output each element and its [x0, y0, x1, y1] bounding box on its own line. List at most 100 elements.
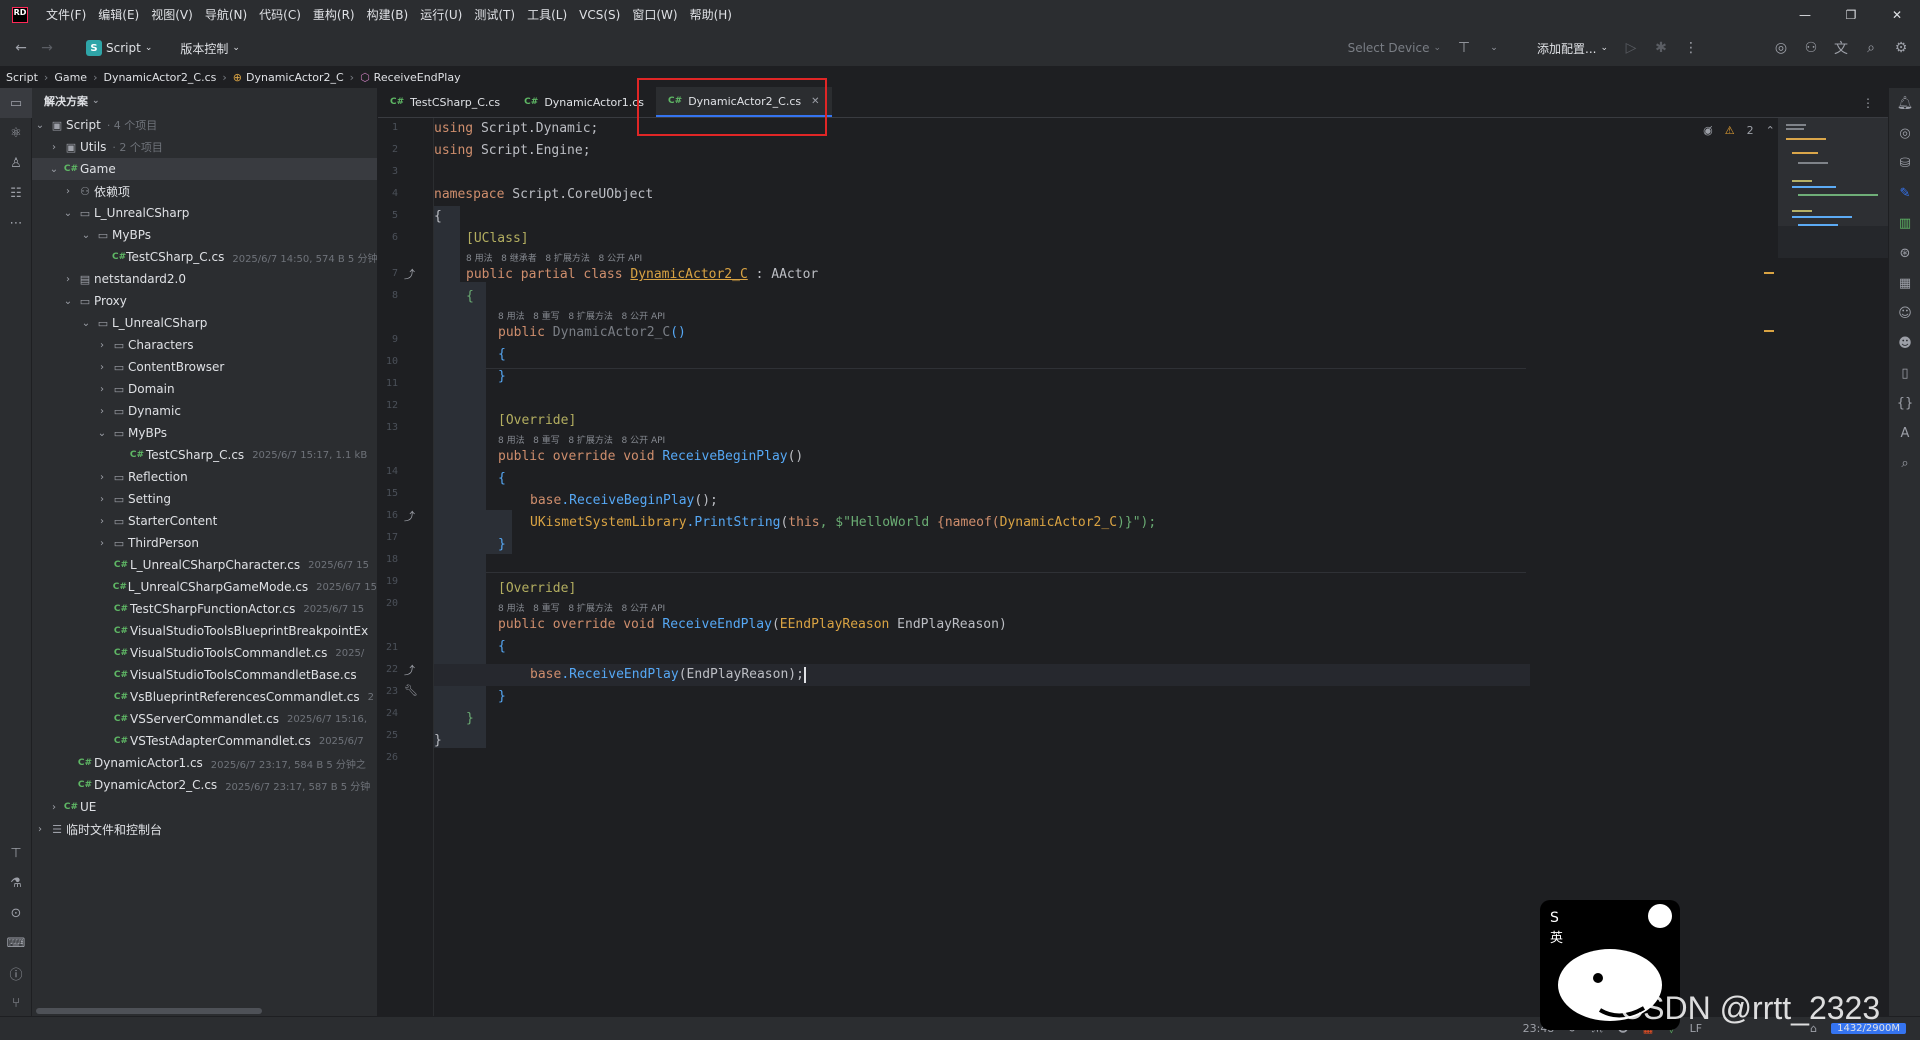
- copilot-icon[interactable]: ◎: [1768, 35, 1794, 61]
- menu-run[interactable]: 运行(U): [414, 0, 468, 30]
- crumb-class[interactable]: DynamicActor2_C: [246, 71, 344, 84]
- unreal-engine-icon[interactable]: ⊛: [1889, 238, 1920, 268]
- notifications-icon[interactable]: 🔔︎: [1889, 88, 1920, 118]
- hammer-icon[interactable]: ⊤: [1451, 35, 1477, 61]
- menu-edit[interactable]: 编辑(E): [92, 0, 145, 30]
- menu-help[interactable]: 帮助(H): [684, 0, 738, 30]
- override-marker-icon[interactable]: ⤴: [404, 662, 415, 678]
- tests-icon[interactable]: ⚗: [0, 868, 32, 898]
- crumb-script[interactable]: Script: [6, 71, 38, 84]
- tab-dynamicactor1[interactable]: C# DynamicActor1.cs: [512, 87, 656, 117]
- chevron-down-icon[interactable]: ⌄: [32, 120, 48, 131]
- chevron-down-icon[interactable]: ⌄: [78, 318, 94, 329]
- chevron-down-icon[interactable]: ⌄: [46, 164, 62, 175]
- tree-row-folder[interactable]: › ▭ ThirdPerson: [32, 532, 377, 554]
- menu-view[interactable]: 视图(V): [145, 0, 199, 30]
- chevron-right-icon[interactable]: ›: [94, 494, 110, 505]
- unreal-icon[interactable]: ♙: [0, 148, 32, 178]
- memory-indicator[interactable]: 1432/2900M: [1831, 1023, 1906, 1034]
- device-selector[interactable]: Select Device ⌄: [1342, 41, 1447, 55]
- chevron-right-icon[interactable]: ›: [32, 824, 48, 835]
- tree-row-netstandard[interactable]: › ▤ netstandard2.0: [32, 268, 377, 290]
- wrench-icon[interactable]: 🔧︎: [404, 684, 418, 697]
- chevron-down-icon[interactable]: ⌄: [60, 296, 76, 307]
- tree-row-folder[interactable]: ⌄ ▭ L_UnrealCSharp: [32, 312, 377, 334]
- account-icon[interactable]: ⚇: [1798, 35, 1824, 61]
- more-vertical-icon[interactable]: ⋮: [1862, 96, 1874, 110]
- problems-icon[interactable]: ⓘ: [0, 958, 32, 988]
- copilot-icon[interactable]: ☻: [1889, 328, 1920, 358]
- terminal-icon[interactable]: ⌨: [0, 928, 32, 958]
- chevron-down-icon[interactable]: ⌄: [94, 428, 110, 439]
- chevron-right-icon[interactable]: ›: [94, 406, 110, 417]
- tree-row-folder[interactable]: › ▭ Reflection: [32, 466, 377, 488]
- eye-off-icon[interactable]: ◉̸: [1703, 124, 1713, 137]
- tab-testcsharp[interactable]: C# TestCSharp_C.cs: [378, 87, 512, 117]
- chevron-right-icon[interactable]: ›: [94, 340, 110, 351]
- tree-row-solution[interactable]: ⌄ ▣ Script · 4 个项目: [32, 114, 377, 136]
- explorer-icon[interactable]: ⚛: [0, 118, 32, 148]
- tab-dynamicactor2[interactable]: C# DynamicActor2_C.cs ✕: [656, 87, 832, 117]
- tree-row-file[interactable]: C# VisualStudioToolsCommandlet.cs 2025/: [32, 642, 377, 664]
- explorer-header[interactable]: 解决方案 ⌄: [32, 88, 377, 114]
- menu-vcs[interactable]: VCS(S): [573, 0, 626, 30]
- tree-row-file[interactable]: C# VSServerCommandlet.cs 2025/6/7 15:16,: [32, 708, 377, 730]
- translate-icon[interactable]: 文: [1828, 35, 1854, 61]
- tree-row-folder[interactable]: › ▭ Domain: [32, 378, 377, 400]
- tree-row-file[interactable]: C# TestCSharpFunctionActor.cs 2025/6/7 15: [32, 598, 377, 620]
- folder-icon[interactable]: ▭: [0, 88, 32, 118]
- chevron-right-icon[interactable]: ›: [60, 186, 76, 197]
- menu-build[interactable]: 构建(B): [361, 0, 415, 30]
- menu-code[interactable]: 代码(C): [253, 0, 307, 30]
- chevron-down-icon[interactable]: ⌄: [78, 230, 94, 241]
- back-arrow-icon[interactable]: ←: [8, 35, 34, 61]
- tree-row-file[interactable]: C# DynamicActor2_C.cs 2025/6/7 23:17, 587…: [32, 774, 377, 796]
- warning-stripe-marker[interactable]: [1764, 330, 1774, 332]
- horizontal-scrollbar[interactable]: [36, 1008, 262, 1014]
- lock-icon[interactable]: ⌂: [1810, 1022, 1817, 1035]
- menu-navigate[interactable]: 导航(N): [199, 0, 253, 30]
- tree-row-folder[interactable]: ⌄ ▭ Proxy: [32, 290, 377, 312]
- tree-row-folder[interactable]: ⌄ ▭ MyBPs: [32, 224, 377, 246]
- chevron-right-icon[interactable]: ›: [94, 472, 110, 483]
- clapper-icon[interactable]: ▦: [1889, 268, 1920, 298]
- database-icon[interactable]: ⛁: [1889, 148, 1920, 178]
- code-area[interactable]: using Script.Dynamic; using Script.Engin…: [434, 118, 1774, 1016]
- document-search-icon[interactable]: ▯: [1889, 358, 1920, 388]
- chart-icon[interactable]: ▥: [1889, 208, 1920, 238]
- menu-tools[interactable]: 工具(L): [521, 0, 573, 30]
- tree-row-folder[interactable]: › ▭ StarterContent: [32, 510, 377, 532]
- chevron-right-icon[interactable]: ›: [94, 516, 110, 527]
- tree-row-file[interactable]: C# TestCSharp_C.cs 2025/6/7 14:50, 574 B …: [32, 246, 377, 268]
- tree-row-file[interactable]: C# DynamicActor1.cs 2025/6/7 23:17, 584 B…: [32, 752, 377, 774]
- chevron-right-icon[interactable]: ›: [46, 802, 62, 813]
- override-marker-icon[interactable]: ⤴: [404, 508, 415, 524]
- chevron-right-icon[interactable]: ›: [94, 362, 110, 373]
- copilot-chat-icon[interactable]: ☺: [1889, 298, 1920, 328]
- chevron-right-icon[interactable]: ›: [94, 384, 110, 395]
- windows-icon[interactable]: ▦: [1643, 1022, 1653, 1035]
- tree-row-folder[interactable]: ⌄ ▭ MyBPs: [32, 422, 377, 444]
- tree-row-file[interactable]: C# TestCSharp_C.cs 2025/6/7 15:17, 1.1 kB: [32, 444, 377, 466]
- sync-icon[interactable]: ⟳: [1568, 1022, 1577, 1035]
- tree-row-file[interactable]: C# VsBlueprintReferencesCommandlet.cs 2: [32, 686, 377, 708]
- minimap[interactable]: [1778, 118, 1888, 258]
- close-icon[interactable]: ✕: [811, 96, 819, 107]
- menu-window[interactable]: 窗口(W): [626, 0, 683, 30]
- close-window-button[interactable]: ✕: [1874, 0, 1920, 30]
- vue-icon[interactable]: ▽: [1667, 1022, 1675, 1035]
- tree-row-folder[interactable]: › ▭ Characters: [32, 334, 377, 356]
- menu-test[interactable]: 测试(T): [468, 0, 521, 30]
- override-marker-icon[interactable]: ⤴: [404, 266, 415, 282]
- tree-row-file[interactable]: C# L_UnrealCSharpCharacter.cs 2025/6/7 15: [32, 554, 377, 576]
- forward-arrow-icon[interactable]: →: [34, 35, 60, 61]
- pen-icon[interactable]: ✎: [1889, 178, 1920, 208]
- more-vertical-icon[interactable]: ⋮: [1678, 35, 1704, 61]
- search-file-icon[interactable]: ⌕: [1889, 448, 1920, 478]
- ai-icon[interactable]: ℳ: [1592, 1022, 1604, 1035]
- project-selector[interactable]: S Script ⌄: [80, 40, 158, 56]
- search-icon[interactable]: ⌕: [1858, 35, 1884, 61]
- tree-row-file[interactable]: C# L_UnrealCSharpGameMode.cs 2025/6/7 15: [32, 576, 377, 598]
- tree-row-folder[interactable]: › ▭ Setting: [32, 488, 377, 510]
- crumb-method[interactable]: ReceiveEndPlay: [374, 71, 461, 84]
